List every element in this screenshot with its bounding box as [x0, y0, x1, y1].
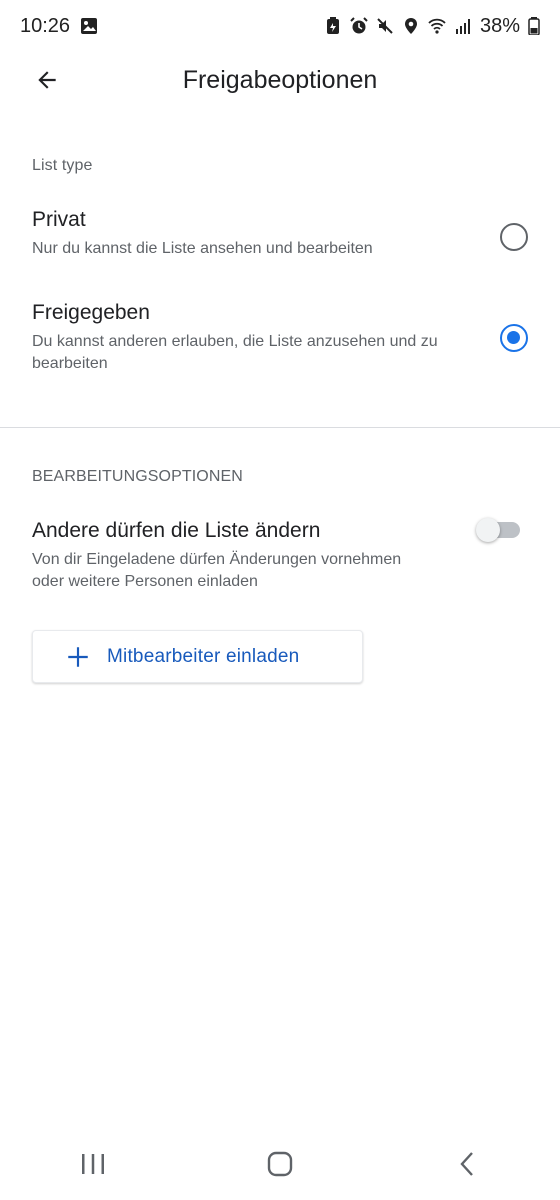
page-title: Freigabeoptionen: [182, 66, 378, 94]
signal-icon: [454, 17, 472, 35]
option-shared[interactable]: Freigegeben Du kannst anderen erlauben, …: [32, 299, 532, 375]
battery-saver-icon: [324, 17, 342, 35]
option-private-title: Privat: [32, 208, 86, 231]
toggle-thumb: [476, 518, 500, 542]
wifi-icon: [428, 17, 446, 35]
option-allow-edit[interactable]: Andere dürfen die Liste ändern Von dir E…: [32, 517, 532, 593]
battery-percentage: 38%: [479, 14, 520, 37]
alarm-icon: [350, 17, 368, 35]
option-shared-title: Freigegeben: [32, 301, 150, 324]
navigation-bar: [0, 1128, 560, 1200]
invite-collaborators-label: Mitbearbeiter einladen: [107, 645, 300, 667]
allow-edit-description: Von dir Eingeladene dürfen Änderungen vo…: [32, 551, 402, 590]
app-bar: Freigabeoptionen: [0, 52, 560, 108]
status-right: 38%: [324, 15, 540, 38]
status-time: 10:26: [20, 14, 71, 37]
option-private[interactable]: Privat Nur du kannst die Liste ansehen u…: [32, 206, 532, 260]
screen: 10:26 38% Freigabeoptionen List type Pri…: [0, 0, 560, 1200]
option-shared-description: Du kannst anderen erlauben, die Liste an…: [32, 333, 438, 372]
location-icon: [402, 17, 420, 35]
plus-icon: [65, 644, 91, 670]
battery-icon: [528, 17, 540, 35]
mute-icon: [376, 17, 394, 35]
home-button[interactable]: [250, 1144, 310, 1184]
edit-options-label: BEARBEITUNGSOPTIONEN: [32, 468, 243, 485]
status-left: 10:26: [20, 15, 98, 38]
invite-collaborators-button[interactable]: Mitbearbeiter einladen: [32, 630, 363, 683]
list-type-label: List type: [32, 157, 93, 174]
chevron-left-icon: [458, 1151, 476, 1177]
status-bar: 10:26 38%: [0, 0, 560, 52]
radio-shared[interactable]: [500, 324, 528, 352]
back-nav-button[interactable]: [437, 1144, 497, 1184]
allow-edit-toggle[interactable]: [476, 518, 520, 542]
radio-private[interactable]: [500, 223, 528, 251]
home-icon: [267, 1151, 293, 1177]
allow-edit-title: Andere dürfen die Liste ändern: [32, 519, 321, 542]
recent-apps-button[interactable]: [63, 1144, 123, 1184]
recent-apps-icon: [80, 1152, 106, 1176]
image-icon: [80, 17, 98, 35]
divider: [0, 427, 560, 428]
option-private-description: Nur du kannst die Liste ansehen und bear…: [32, 240, 373, 257]
